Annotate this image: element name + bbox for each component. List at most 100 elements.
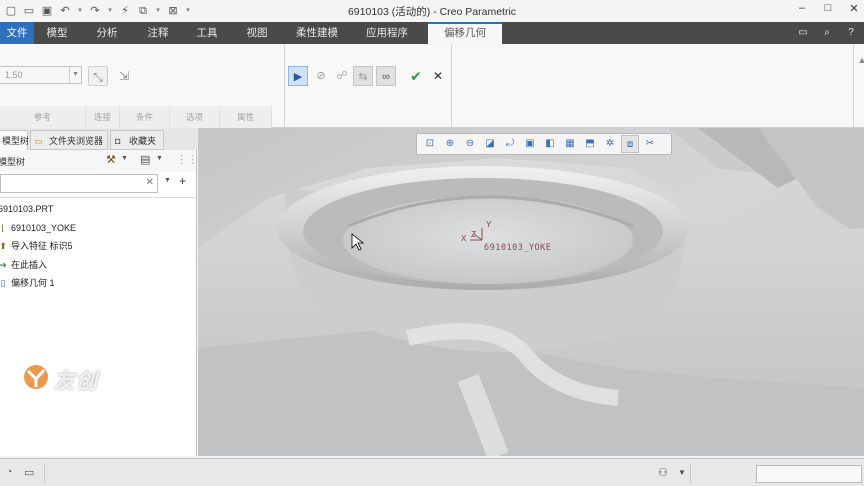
zoom-in-icon[interactable]: ⊕ xyxy=(441,135,459,153)
spin-center-icon[interactable]: ✂ xyxy=(641,135,659,153)
tab-model[interactable]: 模型 xyxy=(36,22,78,44)
offset-geometry-icon: ▯ xyxy=(0,278,6,288)
clear-icon[interactable]: ✕ xyxy=(146,177,154,188)
chevron-down-icon[interactable]: ▼ xyxy=(678,468,686,477)
tab-connection[interactable]: 连接 xyxy=(86,106,120,128)
csys-label: 6910103_YOKE xyxy=(484,243,552,253)
ribbon-separator xyxy=(451,44,452,128)
tab-flexible-modeling[interactable]: 柔性建模 xyxy=(286,22,348,44)
graphics-toolbar: ⊡ ⊕ ⊖ ◪ ⤾ ▣ ◧ ▦ ⬒ ✲ ⧈ ✂ xyxy=(416,133,672,155)
tab-favorites[interactable]: ◘ 收藏夹 xyxy=(110,130,164,150)
stop-icon[interactable]: ⊘ xyxy=(311,66,331,86)
flip-direction-icon[interactable]: ⤡ xyxy=(88,66,108,86)
thickness-value: 1.50 xyxy=(5,70,23,80)
tab-conditions[interactable]: 条件 xyxy=(120,106,170,128)
tab-view[interactable]: 视图 xyxy=(236,22,278,44)
tree-item-part[interactable]: 6910103.PRT xyxy=(0,200,53,218)
verify-icon[interactable]: ⇆ xyxy=(353,66,373,86)
csys-icon: ⌊ xyxy=(1,223,5,233)
tree-item-label: 导入特征 标识5 xyxy=(11,241,73,251)
graphics-window[interactable]: Y Z X 6910103_YOKE xyxy=(198,128,864,456)
model-tree-title: 模型树 xyxy=(0,157,26,167)
zoom-out-icon[interactable]: ⊖ xyxy=(461,135,479,153)
selection-filter-icon[interactable]: ⚇ xyxy=(658,466,668,479)
search-icon[interactable]: ⌕ xyxy=(820,26,834,40)
ok-checkmark-icon[interactable]: ✔ xyxy=(406,66,426,86)
datum-display-icon[interactable]: ✲ xyxy=(601,135,619,153)
minimize-button[interactable]: – xyxy=(796,2,808,15)
help-icon[interactable]: ? xyxy=(844,26,858,40)
ribbon-tab-bar: 文件 模型 分析 注释 工具 视图 柔性建模 应用程序 偏移几何 ▭ ⌕ ? xyxy=(0,22,864,44)
title-bar: ▢ ▭ ▣ ↶ ▾ ↷ ▾ ⚡ ⧉ ▾ ⊠ ▾ 6910103 (活动的) - … xyxy=(0,0,864,22)
show-icon[interactable]: ▤ xyxy=(140,153,150,166)
repaint-icon[interactable]: ◪ xyxy=(481,135,499,153)
pause-play-icon[interactable]: ▶ xyxy=(288,66,308,86)
view-manager-icon[interactable]: ◧ xyxy=(541,135,559,153)
folder-icon: ▭ xyxy=(34,136,43,146)
chevron-down-icon[interactable]: ▼ xyxy=(164,177,171,184)
watermark-logo: 友创 xyxy=(22,362,112,393)
maximize-button[interactable]: □ xyxy=(822,2,834,15)
filter-field[interactable] xyxy=(756,465,862,483)
offset-options-icon[interactable]: ⇲ xyxy=(114,66,134,86)
thickness-combo[interactable]: 1.50 ▼ xyxy=(0,66,82,84)
yoke-part-model xyxy=(198,128,864,456)
cancel-x-icon[interactable]: ✕ xyxy=(428,66,448,86)
csys-axis-y: Y xyxy=(486,220,492,229)
tab-analysis[interactable]: 分析 xyxy=(84,22,130,44)
tree-item-import-feature[interactable]: ⬆ 导入特征 标识5 xyxy=(0,237,73,255)
model-tree-header: 模型树 ⚒ ▼ ▤ ▼ ⋮⋮ xyxy=(0,150,198,172)
tab-offset-geometry[interactable]: 偏移几何 xyxy=(428,22,502,44)
navigator-toggle-icon[interactable]: ◔ xyxy=(6,466,13,478)
tab-favorites-label: 收藏夹 xyxy=(129,136,157,146)
divider xyxy=(0,197,196,198)
divider xyxy=(44,463,45,483)
tab-options[interactable]: 选项 xyxy=(170,106,220,128)
tree-settings-icon[interactable]: ⚒ xyxy=(106,153,116,166)
chevron-down-icon[interactable]: ▼ xyxy=(121,155,128,162)
tree-item-insert-here[interactable]: ➜ 在此插入 xyxy=(0,256,47,274)
ribbon-body: 1.50 ▼ ⤡ ⇲ 参考 连接 条件 选项 属性 ▶ ⊘ ☍ ⇆ ∞ ✔ ✕ … xyxy=(0,44,864,128)
search-input[interactable]: ✕ xyxy=(0,174,158,193)
watermark-text: 友创 xyxy=(54,370,98,393)
window-controls: – □ ✕ xyxy=(796,2,860,15)
tab-applications[interactable]: 应用程序 xyxy=(356,22,418,44)
tree-columns-icon[interactable]: ⋮⋮ xyxy=(176,153,198,166)
tree-item-csys[interactable]: ⌊ 6910103_YOKE xyxy=(0,219,76,237)
glasses-preview-icon[interactable]: ∞ xyxy=(376,66,396,86)
tree-item-label: 在此插入 xyxy=(11,260,48,270)
annotation-display-icon[interactable]: ⧈ xyxy=(621,135,639,153)
ribbon-minimize-icon[interactable]: ▭ xyxy=(796,26,810,40)
add-filter-icon[interactable]: + xyxy=(179,174,186,188)
tab-bar-tools: ▭ ⌕ ? xyxy=(796,26,858,40)
reorient-icon[interactable]: ⤾ xyxy=(501,135,519,153)
tab-model-tree[interactable]: 模型树 xyxy=(0,130,29,150)
window-title: 6910103 (活动的) - Creo Parametric xyxy=(347,6,517,18)
tree-item-offset-geometry[interactable]: ▯ 偏移几何 1 xyxy=(0,274,55,292)
chevron-down-icon[interactable]: ▼ xyxy=(69,67,81,83)
close-button[interactable]: ✕ xyxy=(848,2,860,15)
favorites-icon: ◘ xyxy=(115,136,121,146)
tab-folder-browser[interactable]: ▭ 文件夹浏览器 xyxy=(30,130,108,150)
tab-tools[interactable]: 工具 xyxy=(186,22,228,44)
tab-references[interactable]: 参考 xyxy=(0,106,86,128)
ribbon-options-icon[interactable]: ▲ xyxy=(852,50,864,70)
tree-item-label: 6910103_YOKE xyxy=(11,223,77,233)
preview-off-icon[interactable]: ☍ xyxy=(332,66,352,86)
chevron-down-icon[interactable]: ▼ xyxy=(156,155,163,162)
tab-file[interactable]: 文件 xyxy=(0,22,34,44)
saved-views-icon[interactable]: ▦ xyxy=(561,135,579,153)
tree-item-label: 6910103.PRT xyxy=(0,204,54,214)
dashboard-slideup-tabs: 参考 连接 条件 选项 属性 xyxy=(0,106,272,128)
tab-folder-browser-label: 文件夹浏览器 xyxy=(49,136,104,146)
tree-item-label: 偏移几何 1 xyxy=(11,278,55,288)
csys-axis-x: X xyxy=(461,234,467,243)
tab-annotate[interactable]: 注释 xyxy=(136,22,180,44)
ribbon-separator xyxy=(284,44,285,128)
refit-icon[interactable]: ⊡ xyxy=(421,135,439,153)
browser-toggle-icon[interactable]: ▭ xyxy=(24,466,34,479)
tab-properties[interactable]: 属性 xyxy=(220,106,272,128)
display-style-icon[interactable]: ⬒ xyxy=(581,135,599,153)
status-bar: ◔ ▭ ⚇ ▼ xyxy=(0,458,864,486)
perspective-icon[interactable]: ▣ xyxy=(521,135,539,153)
